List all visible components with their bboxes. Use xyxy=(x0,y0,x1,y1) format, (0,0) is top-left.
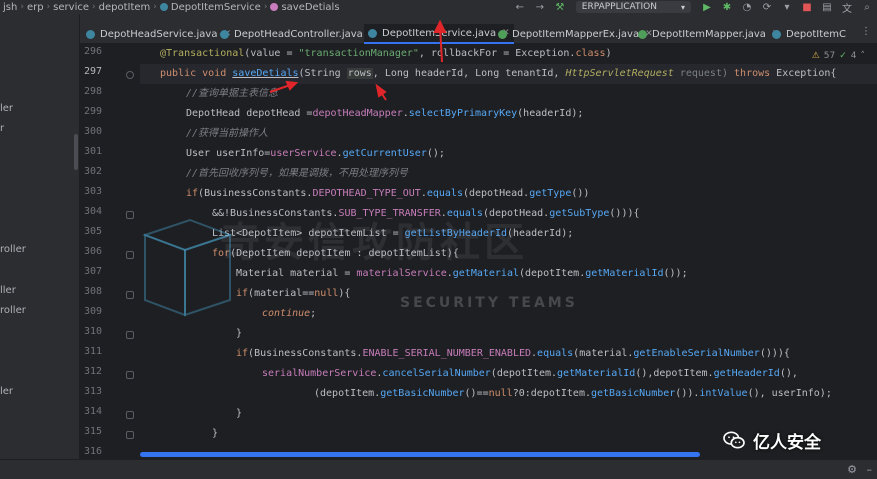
annotation-arrows xyxy=(269,19,447,101)
status-bar: ⚙ – xyxy=(0,459,877,479)
badge-text: 亿人安全 xyxy=(753,432,821,453)
wechat-icon xyxy=(723,431,745,449)
arrowhead xyxy=(285,80,299,91)
source-badge: 亿人安全 xyxy=(723,426,821,454)
horizontal-scrollbar[interactable] xyxy=(140,452,700,457)
arrowhead xyxy=(433,19,447,33)
minimize-icon[interactable]: – xyxy=(867,463,873,476)
gear-icon[interactable]: ⚙ xyxy=(847,463,857,476)
arrowhead xyxy=(375,83,387,98)
